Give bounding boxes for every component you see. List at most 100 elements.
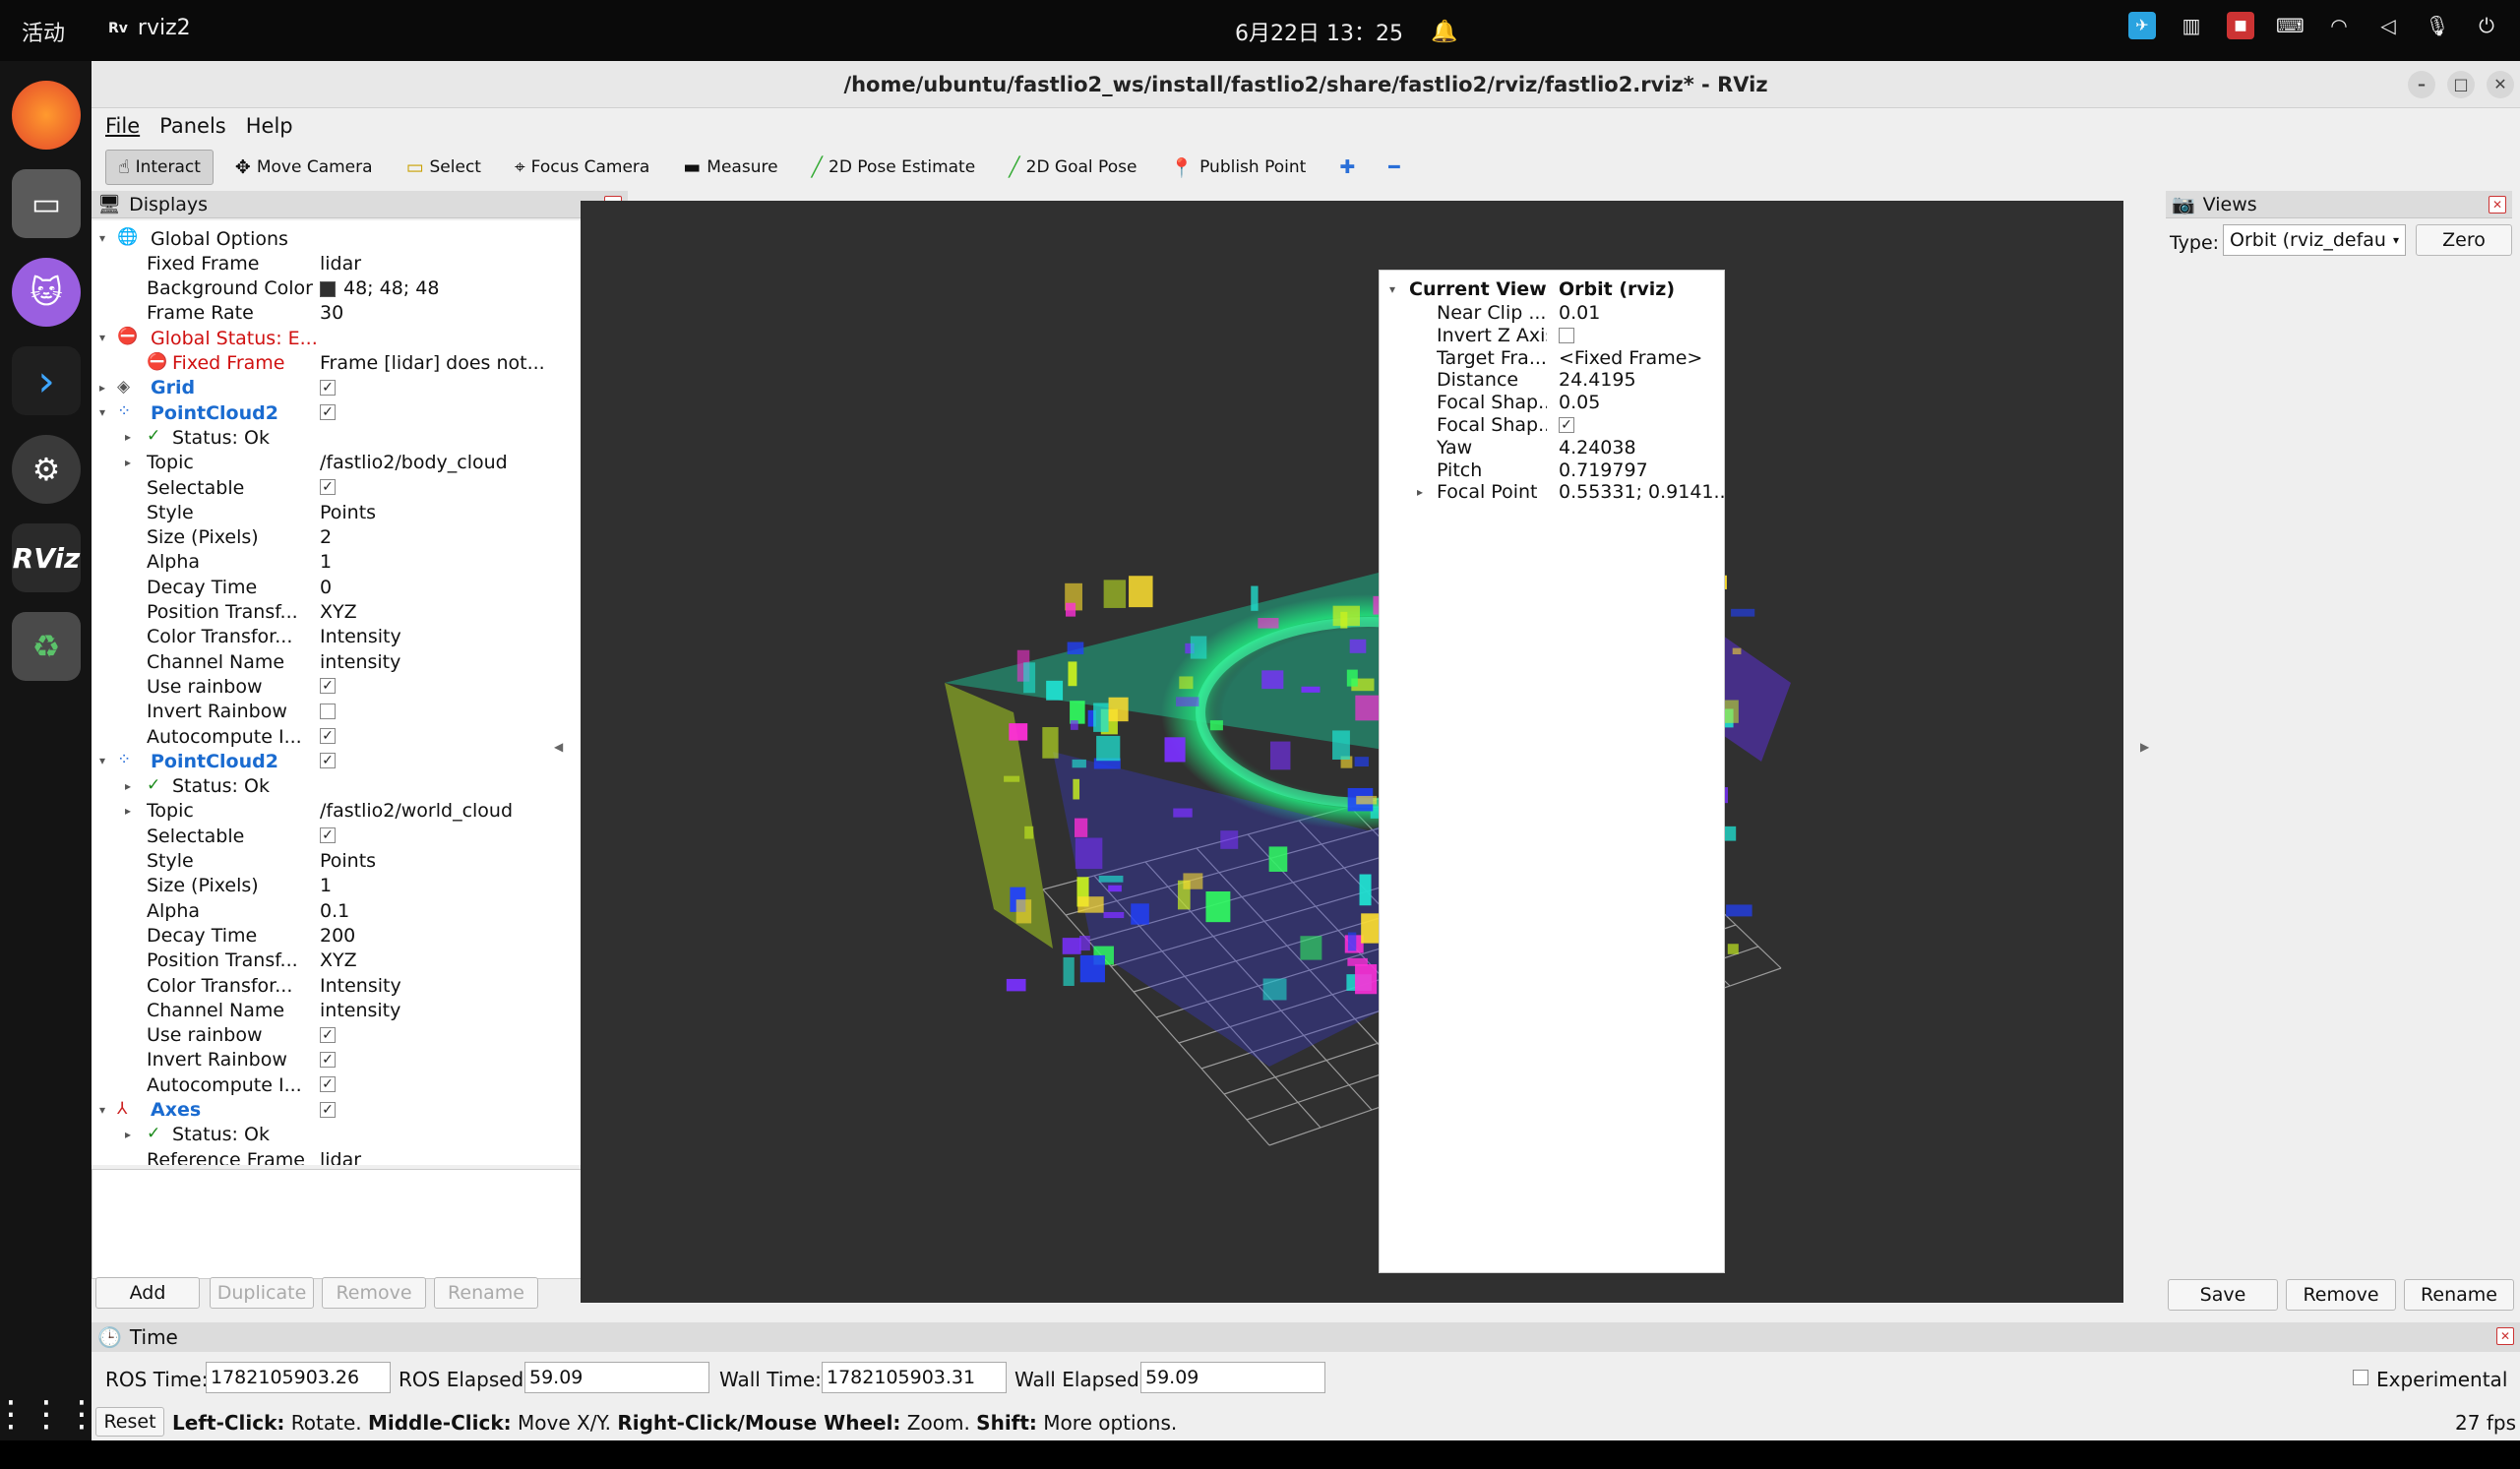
wall-time-field[interactable]: 1782105903.31 <box>822 1362 1007 1393</box>
window-titlebar[interactable]: /home/ubuntu/fastlio2_ws/install/fastlio… <box>92 61 2520 108</box>
settings-icon[interactable]: ⚙ <box>12 435 81 504</box>
remove-display-button[interactable]: Remove <box>322 1277 426 1309</box>
display-row[interactable]: ▾ ⛔ Global Status: E... <box>92 326 613 350</box>
checkbox-unchecked[interactable] <box>1559 327 1574 343</box>
view-type-select[interactable]: Orbit (rviz_defau ▾ <box>2223 224 2406 256</box>
display-row[interactable]: Fixed Frame lidar <box>92 251 613 275</box>
view-property-row[interactable]: Focal Shap... ✓ <box>1380 414 1726 437</box>
display-row[interactable]: ⛔ Fixed Frame Frame [lidar] does not... <box>92 351 613 376</box>
display-row[interactable]: Style Points <box>92 849 613 874</box>
display-row[interactable]: Background Color 48; 48; 48 <box>92 276 613 301</box>
checkbox-checked[interactable]: ✓ <box>320 728 336 744</box>
firefox-icon[interactable] <box>12 81 81 150</box>
display-row[interactable]: ▾ ⅄ Axes ✓ <box>92 1098 613 1123</box>
display-row[interactable]: Channel Name intensity <box>92 649 613 674</box>
display-row[interactable]: ▸ ◈ Grid ✓ <box>92 376 613 400</box>
collapse-left-icon[interactable]: ◀ <box>554 740 563 754</box>
checkbox-unchecked[interactable] <box>320 703 336 719</box>
expand-arrow-icon[interactable]: ▸ <box>1417 485 1423 499</box>
collapse-arrow-icon[interactable]: ▾ <box>99 754 105 767</box>
goal-pose-tool[interactable]: ╱ 2D Goal Pose <box>997 151 1148 184</box>
network-monitor-icon[interactable]: ▥ <box>2178 12 2205 39</box>
view-property-row[interactable]: Focal Shap... 0.05 <box>1380 392 1726 414</box>
app-menu[interactable]: Rv rviz2 <box>108 16 191 40</box>
displays-tree[interactable]: ▾ 🌐 Global Options Fixed Frame lidar Backgrou… <box>92 220 613 1165</box>
display-value[interactable]: 48; 48; 48 <box>343 277 613 299</box>
expand-arrow-icon[interactable]: ▾ <box>1389 282 1395 296</box>
display-value[interactable]: 0.1 <box>320 900 611 922</box>
display-value[interactable]: lidar <box>320 253 611 275</box>
display-row[interactable]: ▾ ⁘ PointCloud2 ✓ <box>92 749 613 773</box>
display-value[interactable]: XYZ <box>320 949 611 971</box>
activities-button[interactable]: 活动 <box>22 16 65 47</box>
display-value[interactable]: 1 <box>320 875 611 896</box>
view-value[interactable]: 4.24038 <box>1559 437 1724 459</box>
display-value[interactable]: 200 <box>320 925 611 947</box>
close-button[interactable]: ✕ <box>2487 71 2514 98</box>
display-row[interactable]: Selectable ✓ <box>92 475 613 500</box>
views-tree[interactable]: ▾ Current View Orbit (rviz) Near Clip ..… <box>1379 270 1725 1273</box>
display-value[interactable]: /fastlio2/body_cloud <box>320 452 611 473</box>
add-tool-button[interactable]: ✚ <box>1327 151 1367 184</box>
display-value[interactable]: intensity <box>320 1000 611 1021</box>
collapse-arrow-icon[interactable]: ▾ <box>99 1103 105 1117</box>
display-row[interactable]: Size (Pixels) 2 <box>92 525 613 550</box>
display-row[interactable]: Style Points <box>92 500 613 524</box>
keyboard-icon[interactable]: ⌨ <box>2276 12 2305 39</box>
current-view-row[interactable]: ▾ Current View Orbit (rviz) <box>1380 278 1726 301</box>
reset-button[interactable]: Reset <box>95 1407 164 1437</box>
rviz-icon[interactable]: RViz <box>12 523 81 592</box>
display-value[interactable]: /fastlio2/world_cloud <box>320 800 611 822</box>
color-swatch[interactable] <box>320 280 336 297</box>
ros-elapsed-field[interactable]: 59.09 <box>524 1362 709 1393</box>
view-property-row[interactable]: Invert Z Axis <box>1380 325 1726 347</box>
view-value[interactable]: 0.05 <box>1559 392 1724 413</box>
expand-arrow-icon[interactable]: ▸ <box>125 779 131 793</box>
app-indicator-icon[interactable]: ■ <box>2227 12 2254 39</box>
view-value[interactable]: <Fixed Frame> <box>1559 347 1724 369</box>
rename-view-button[interactable]: Rename <box>2404 1279 2514 1311</box>
system-tray[interactable]: ✈ ▥ ■ ⌨ ◠ ◁ 🎙 ⏻ <box>2128 12 2500 39</box>
checkbox-checked[interactable]: ✓ <box>320 678 336 695</box>
display-row[interactable]: Frame Rate 30 <box>92 301 613 326</box>
display-row[interactable]: Decay Time 0 <box>92 575 613 599</box>
menu-help[interactable]: Help <box>246 114 293 138</box>
display-row[interactable]: ▾ 🌐 Global Options <box>92 226 613 251</box>
expand-arrow-icon[interactable]: ▸ <box>125 430 131 444</box>
maximize-button[interactable]: □ <box>2447 71 2475 98</box>
save-view-button[interactable]: Save <box>2168 1279 2278 1311</box>
display-value[interactable]: Intensity <box>320 975 611 997</box>
microphone-icon[interactable]: 🎙 <box>2424 12 2451 39</box>
view-value[interactable]: 0.01 <box>1559 302 1724 324</box>
display-row[interactable]: Alpha 1 <box>92 550 613 575</box>
menu-file[interactable]: File <box>105 114 140 138</box>
collapse-arrow-icon[interactable]: ▾ <box>99 331 105 344</box>
close-views-icon[interactable]: ✕ <box>2489 196 2506 214</box>
view-value[interactable]: 0.55331; 0.9141... <box>1559 481 1724 503</box>
rename-display-button[interactable]: Rename <box>434 1277 538 1309</box>
experimental-checkbox[interactable] <box>2353 1370 2368 1385</box>
minimize-button[interactable]: – <box>2408 71 2435 98</box>
checkbox-checked[interactable]: ✓ <box>1559 417 1574 433</box>
cat-app-icon[interactable]: 🐱 <box>12 258 81 327</box>
display-row[interactable]: Autocompute I... ✓ <box>92 724 613 749</box>
clock[interactable]: 6月22日 13：25 🔔 <box>1235 16 1457 47</box>
display-row[interactable]: Size (Pixels) 1 <box>92 874 613 898</box>
collapse-right-icon[interactable]: ▶ <box>2140 740 2149 754</box>
display-row[interactable]: ▸ ✓ Status: Ok <box>92 1123 613 1147</box>
checkbox-checked[interactable]: ✓ <box>320 1101 336 1118</box>
view-property-row[interactable]: Near Clip ... 0.01 <box>1380 302 1726 325</box>
wall-elapsed-field[interactable]: 59.09 <box>1140 1362 1325 1393</box>
display-value[interactable]: Points <box>320 502 611 523</box>
checkbox-checked[interactable]: ✓ <box>320 753 336 769</box>
expand-arrow-icon[interactable]: ▸ <box>125 456 131 469</box>
duplicate-display-button[interactable]: Duplicate <box>210 1277 314 1309</box>
remove-view-button[interactable]: Remove <box>2286 1279 2396 1311</box>
focus-camera-tool[interactable]: ⌖ Focus Camera <box>503 151 661 184</box>
display-row[interactable]: Reference Frame lidar <box>92 1147 613 1165</box>
display-row[interactable]: Color Transfor... Intensity <box>92 973 613 998</box>
select-tool[interactable]: ▭ Select <box>395 151 493 184</box>
display-row[interactable]: Selectable ✓ <box>92 824 613 848</box>
menu-panels[interactable]: Panels <box>159 114 226 138</box>
checkbox-checked[interactable]: ✓ <box>320 1051 336 1068</box>
